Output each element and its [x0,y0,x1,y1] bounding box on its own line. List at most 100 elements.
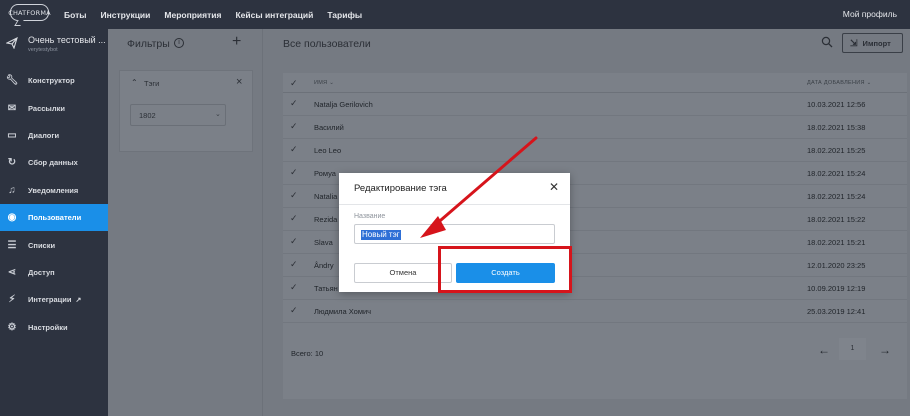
create-button[interactable]: Создать [456,263,555,283]
sidebar-item-constructor[interactable]: 🔧︎ Конструктор [0,67,108,94]
list-icon: ☰ [7,239,17,251]
nav-events[interactable]: Мероприятия [164,10,221,20]
row-checkbox[interactable]: ✓ [290,121,298,132]
arrow-right-icon[interactable]: → [879,343,891,357]
project-selector[interactable]: Очень тестовый ... verytestybot [0,29,108,59]
tag-name-label: Название [354,213,386,220]
sidebar-item-label: Диалоги [28,130,60,140]
sidebar: Очень тестовый ... verytestybot 🔧︎ Констр… [0,29,108,416]
nav-pricing[interactable]: Тарифы [327,10,362,20]
dialog-title: Редактирование тэга [354,183,447,194]
row-checkbox[interactable]: ✓ [290,98,298,109]
user-name: Slava [314,238,333,247]
user-name: Василий [314,123,344,132]
close-icon[interactable]: ✕ [549,180,559,194]
user-name: Людмила Хомич [314,307,372,316]
sidebar-item-label: Настройки [28,322,68,332]
row-checkbox[interactable]: ✓ [290,190,298,201]
sidebar-item-users[interactable]: ◉ Пользователи [0,203,108,232]
filters-panel: Фильтры i + ⌃ Тэги × 1802 ⌄ [108,29,263,416]
add-filter-icon[interactable]: + [232,33,241,51]
sidebar-item-lists[interactable]: ☰ Списки [0,231,108,258]
sidebar-item-access[interactable]: ⋖ Доступ [0,259,108,286]
refresh-icon: ↻ [7,157,17,169]
row-checkbox[interactable]: ✓ [290,305,298,316]
row-checkbox[interactable]: ✓ [290,144,298,155]
nav-integration-cases[interactable]: Кейсы интеграций [235,10,313,20]
user-name: Ândry [314,261,334,270]
plug-icon: ⚡︎ [8,294,16,306]
page-title: Все пользователи [283,38,371,50]
sidebar-item-integrations[interactable]: ⚡︎ Интеграции ↗ [0,286,108,313]
sidebar-item-label: Пользователи [28,213,82,223]
page-number[interactable]: 1 [839,338,866,360]
search-icon[interactable] [821,36,833,48]
project-subtitle: verytestybot [28,47,58,53]
total-count: Всего: 10 [291,349,324,358]
user-name: Rezida [314,215,338,224]
sidebar-item-label: Конструктор [28,76,75,86]
sidebar-item-data-collection[interactable]: ↻ Сбор данных [0,149,108,176]
paper-plane-icon [6,37,18,49]
info-icon[interactable]: i [174,38,184,48]
sidebar-item-settings[interactable]: ⚙ Настройки [0,314,108,341]
tags-filter-title: Тэги [144,79,160,88]
row-checkbox[interactable]: ✓ [290,259,298,270]
user-name: Татьян [314,284,338,293]
nav-bots[interactable]: Боты [64,10,87,20]
column-name-header[interactable]: ИМЯ ⌄ [314,80,334,86]
wrench-icon: 🔧︎ [5,75,19,87]
top-navigation-bar: CHATFORMA Боты Инструкции Мероприятия Ке… [0,0,910,29]
tag-name-selected-text: Новый тэг [361,230,401,240]
table-row[interactable]: ✓ Василий 18.02.2021 15:38 [283,116,907,139]
user-name: Natalja Gerilovich [314,100,373,109]
mail-icon: ✉ [7,102,17,114]
import-label: Импорт [862,38,891,48]
chatforma-logo[interactable]: CHATFORMA [8,4,51,21]
logo-tail [14,20,24,26]
select-all-checkbox[interactable]: ✓ [290,78,298,89]
sidebar-item-label: Сбор данных [28,158,78,168]
nav-instructions[interactable]: Инструкции [101,10,151,20]
column-date-header[interactable]: ДАТА ДОБАВЛЕНИЯ ⌄ [807,80,872,86]
tags-select[interactable]: 1802 ⌄ [130,104,226,126]
import-icon: ⇲ [850,37,858,48]
sidebar-item-dialogs[interactable]: ▭ Диалоги [0,122,108,149]
date-added: 18.02.2021 15:22 [807,215,866,224]
date-added: 25.03.2019 12:41 [807,307,866,316]
close-icon[interactable]: × [236,76,242,88]
chevron-up-icon[interactable]: ⌃ [131,78,138,87]
share-icon: ⋖ [7,266,17,278]
date-added: 10.09.2019 12:19 [807,284,866,293]
arrow-left-icon[interactable]: ← [818,343,830,357]
table-row[interactable]: ✓ Людмила Хомич 25.03.2019 12:41 [283,300,907,323]
profile-link[interactable]: Мой профиль [843,9,897,19]
table-row[interactable]: ✓ Natalja Gerilovich 10.03.2021 12:56 [283,93,907,116]
tags-filter-card: ⌃ Тэги × 1802 ⌄ [119,70,253,152]
date-added: 18.02.2021 15:24 [807,169,866,178]
date-added: 18.02.2021 15:25 [807,146,866,155]
filters-title: Фильтры [127,38,170,50]
chevron-down-icon: ⌄ [215,111,221,118]
cancel-button[interactable]: Отмена [354,263,452,283]
tag-name-input[interactable]: Новый тэг [354,224,555,244]
sidebar-item-notifications[interactable]: ♫ Уведомления [0,177,108,204]
row-checkbox[interactable]: ✓ [290,213,298,224]
import-button[interactable]: ⇲ Импорт [842,33,903,53]
date-added: 18.02.2021 15:21 [807,238,866,247]
row-checkbox[interactable]: ✓ [290,236,298,247]
logo-text: CHATFORMA [8,8,51,17]
row-checkbox[interactable]: ✓ [290,167,298,178]
user-name: Leo Leo [314,146,342,155]
sidebar-item-label: Уведомления [28,185,79,195]
sidebar-item-mailings[interactable]: ✉ Рассылки [0,94,108,121]
external-link-icon: ↗ [75,296,82,304]
sidebar-item-label: Списки [28,240,56,250]
row-checkbox[interactable]: ✓ [290,282,298,293]
table-row[interactable]: ✓ Leo Leo 18.02.2021 15:25 [283,139,907,162]
sidebar-item-label: Доступ [28,267,55,277]
project-name: Очень тестовый ... [28,35,106,45]
date-added: 10.03.2021 12:56 [807,100,866,109]
date-added: 18.02.2021 15:38 [807,123,866,132]
user-name: Natalia [314,192,338,201]
